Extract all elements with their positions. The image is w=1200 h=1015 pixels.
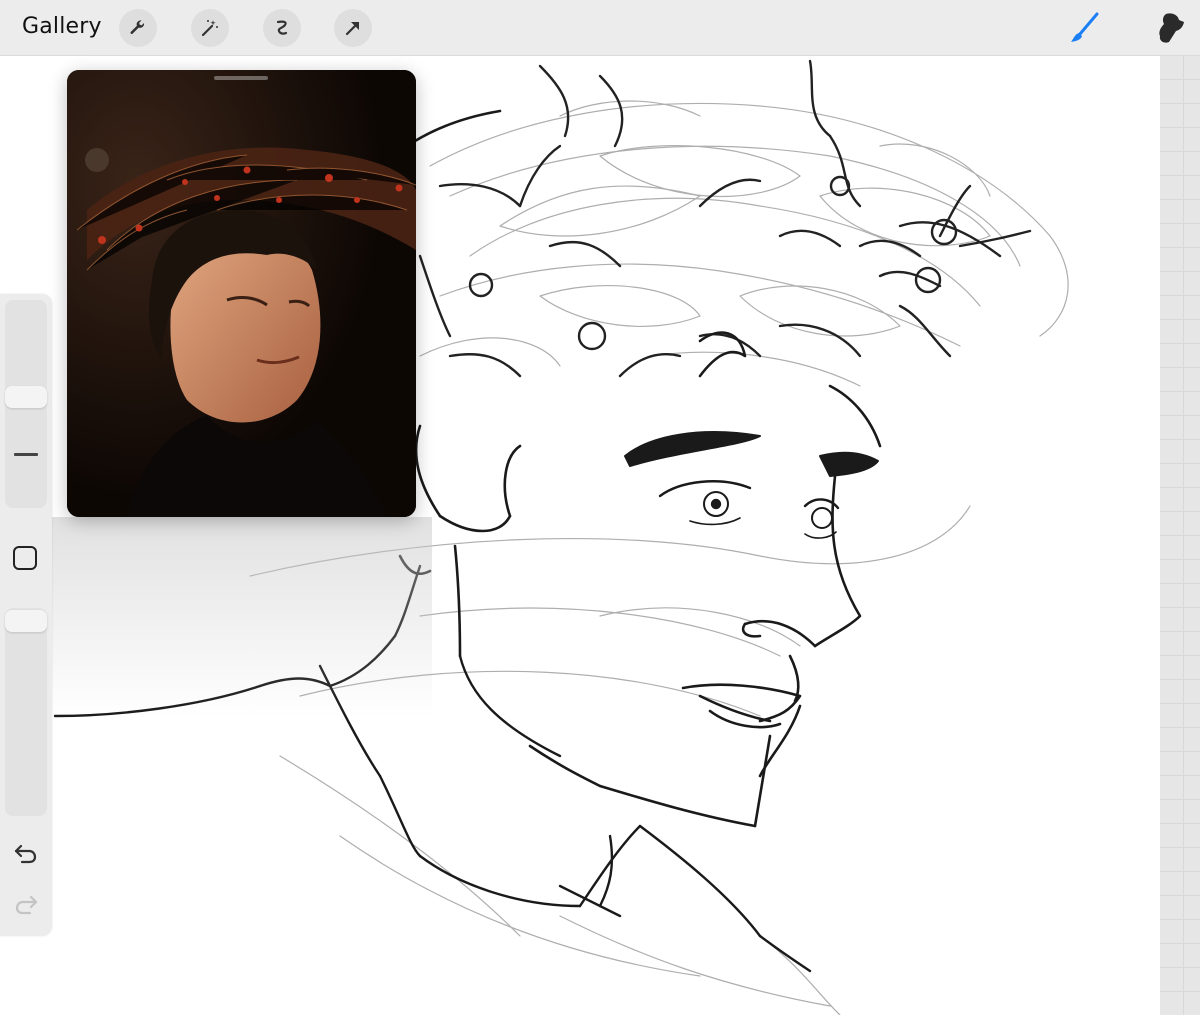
- brush-opacity-slider[interactable]: [5, 608, 47, 816]
- reference-shadow: [52, 517, 432, 717]
- left-sidebar: [0, 294, 52, 936]
- undo-icon[interactable]: [12, 838, 40, 866]
- top-toolbar: Gallery: [0, 0, 1200, 56]
- actions-button[interactable]: [119, 9, 157, 47]
- brush-size-thumb[interactable]: [5, 386, 47, 408]
- transform-button[interactable]: [334, 9, 372, 47]
- smudge-tool-button[interactable]: [1150, 8, 1190, 48]
- selection-icon: [276, 20, 288, 35]
- reference-drag-handle[interactable]: [214, 76, 268, 80]
- canvas-scroll-edge[interactable]: [1160, 56, 1200, 1015]
- modify-button[interactable]: [13, 546, 37, 570]
- gallery-button[interactable]: Gallery: [22, 14, 102, 39]
- wrench-icon: [130, 20, 145, 35]
- brush-opacity-thumb[interactable]: [5, 610, 47, 632]
- brush-tool-button[interactable]: [1064, 8, 1104, 48]
- reference-photo: [67, 70, 416, 517]
- selection-button[interactable]: [263, 9, 301, 47]
- redo-icon[interactable]: [12, 889, 40, 917]
- adjustments-button[interactable]: [191, 9, 229, 47]
- smudge-icon: [1159, 13, 1184, 43]
- transform-arrow-icon: [345, 21, 360, 36]
- brush-icon: [1071, 12, 1099, 42]
- slider-divider: [14, 453, 38, 456]
- magic-wand-icon: [201, 20, 218, 37]
- reference-image-window[interactable]: [67, 70, 416, 517]
